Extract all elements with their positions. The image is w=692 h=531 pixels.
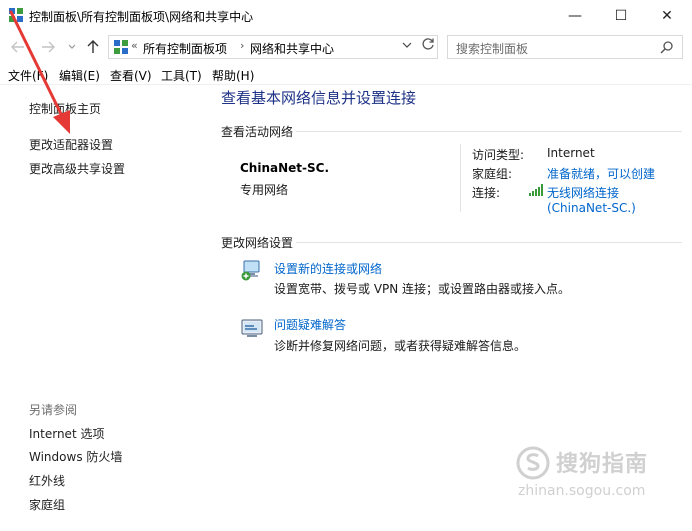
maximize-button[interactable]: ☐ xyxy=(598,0,644,31)
troubleshoot-icon xyxy=(241,319,263,337)
breadcrumb-separator[interactable]: › xyxy=(240,39,244,52)
see-also-infrared[interactable]: 红外线 xyxy=(29,472,65,489)
address-dropdown-button[interactable] xyxy=(402,39,412,52)
annotation-arrow xyxy=(9,10,70,134)
chevron-down-icon xyxy=(402,42,412,48)
active-networks-heading: 查看活动网络 xyxy=(221,125,294,139)
connection-link[interactable]: 无线网络连接 xyxy=(547,184,619,201)
sidebar-link-advanced-sharing[interactable]: 更改高级共享设置 xyxy=(29,160,125,177)
menu-help[interactable]: 帮助(H) xyxy=(212,67,254,84)
setup-new-connection-desc: 设置宽带、拨号或 VPN 连接；或设置路由器或接入点。 xyxy=(274,282,571,296)
menu-tools[interactable]: 工具(T) xyxy=(161,67,202,84)
see-also-windows-firewall[interactable]: Windows 防火墙 xyxy=(29,448,122,465)
homegroup-link[interactable]: 准备就绪，可以创建 xyxy=(547,165,655,182)
see-also-homegroup[interactable]: 家庭组 xyxy=(29,496,65,513)
new-connection-icon xyxy=(241,260,260,281)
refresh-button[interactable] xyxy=(421,37,435,55)
connection-link-ssid[interactable]: (ChinaNet-SC.) xyxy=(547,201,636,215)
network-category: 专用网络 xyxy=(240,183,289,197)
troubleshoot-desc: 诊断并修复网络问题，或者获得疑难解答信息。 xyxy=(274,339,527,353)
access-type-label: 访问类型: xyxy=(472,148,525,162)
homegroup-label: 家庭组: xyxy=(472,167,513,181)
see-also-heading: 另请参阅 xyxy=(29,403,78,417)
network-divider xyxy=(460,144,461,212)
access-type-value: Internet xyxy=(547,146,595,160)
search-icon[interactable] xyxy=(660,40,674,54)
breadcrumb-overflow[interactable]: « xyxy=(131,39,138,52)
section-divider xyxy=(296,131,682,132)
address-bar[interactable]: « 所有控制面板项 › 网络和共享中心 xyxy=(108,35,438,59)
section-divider xyxy=(296,242,682,243)
setup-new-connection-link[interactable]: 设置新的连接或网络 xyxy=(274,260,382,277)
breadcrumb-network-center[interactable]: 网络和共享中心 xyxy=(250,40,334,57)
breadcrumb-all-items[interactable]: 所有控制面板项 xyxy=(143,40,227,57)
search-box[interactable]: 搜索控制面板 xyxy=(447,35,683,59)
sogou-logo xyxy=(516,446,550,480)
minimize-button[interactable]: — xyxy=(552,0,598,31)
search-input[interactable]: 搜索控制面板 xyxy=(456,40,528,57)
wifi-signal-icon xyxy=(529,184,543,196)
watermark-url: zhinan.sogou.com xyxy=(518,483,646,499)
close-button[interactable]: ✕ xyxy=(644,0,690,31)
see-also-internet-options[interactable]: Internet 选项 xyxy=(29,425,104,442)
refresh-icon xyxy=(422,38,434,50)
network-name: ChinaNet-SC. xyxy=(240,161,330,175)
page-title: 查看基本网络信息并设置连接 xyxy=(221,89,417,107)
connections-label: 连接: xyxy=(472,186,501,200)
troubleshoot-link[interactable]: 问题疑难解答 xyxy=(274,316,346,333)
watermark-brand: 搜狗指南 xyxy=(556,452,649,477)
change-settings-heading: 更改网络设置 xyxy=(221,236,294,250)
